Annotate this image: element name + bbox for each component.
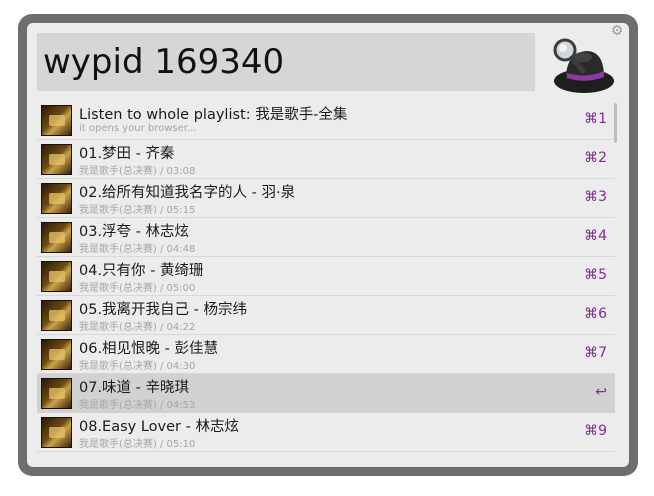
result-subtitle: 我是歌手(总决赛) / 04:30 [79,361,196,372]
album-art-thumbnail [41,183,72,214]
result-subtitle: 我是歌手(总决赛) / 05:15 [79,205,196,216]
result-row[interactable]: 02.给所有知道我名字的人 - 羽·泉 我是歌手(总决赛) / 05:15 ⌘3 [37,179,615,218]
album-art-thumbnail [41,105,72,136]
result-title: Listen to whole playlist: 我是歌手-全集 [79,107,348,123]
result-shortcut: ⌘6 [584,306,607,322]
result-shortcut: ⌘9 [584,423,607,439]
result-subtitle: 我是歌手(总决赛) / 04:53 [79,400,196,411]
album-art-thumbnail [41,417,72,448]
search-input[interactable] [43,42,535,82]
result-title: 03.浮夸 - 林志炫 [79,224,190,240]
result-shortcut: ⌘2 [584,150,607,166]
result-title: 07.味道 - 辛晓琪 [79,380,190,396]
result-row[interactable]: 03.浮夸 - 林志炫 我是歌手(总决赛) / 04:48 ⌘4 [37,218,615,257]
result-title: 01.梦田 - 齐秦 [79,146,175,162]
results-list: Listen to whole playlist: 我是歌手-全集 it ope… [37,101,615,459]
result-subtitle: it opens your browser... [79,123,197,134]
album-art-thumbnail [41,378,72,409]
result-title: 05.我离开我自己 - 杨宗纬 [79,302,248,318]
result-row[interactable]: 08.Easy Lover - 林志炫 我是歌手(总决赛) / 05:10 ⌘9 [37,413,615,452]
results-scrollbar[interactable] [614,103,617,143]
result-shortcut: ⌘7 [584,345,607,361]
alfred-window: ⚙ Listen to whole playlist: 我是歌手-全集 it o… [18,14,638,476]
result-title: 08.Easy Lover - 林志炫 [79,419,239,435]
result-subtitle: 我是歌手(总决赛) / 05:00 [79,283,196,294]
result-subtitle: 我是歌手(总决赛) / 03:08 [79,166,196,177]
gear-icon[interactable]: ⚙ [609,23,625,39]
result-row[interactable]: 01.梦田 - 齐秦 我是歌手(总决赛) / 03:08 ⌘2 [37,140,615,179]
album-art-thumbnail [41,261,72,292]
result-subtitle: 我是歌手(总决赛) / 05:10 [79,439,196,450]
result-row[interactable]: 06.相见恨晚 - 彭佳慧 我是歌手(总决赛) / 04:30 ⌘7 [37,335,615,374]
result-shortcut: ⌘4 [584,228,607,244]
album-art-thumbnail [41,144,72,175]
result-subtitle: 我是歌手(总决赛) / 04:48 [79,244,196,255]
result-subtitle: 我是歌手(总决赛) / 04:22 [79,322,196,333]
hat-and-magnifier-logo [553,38,614,93]
result-row[interactable]: 04.只有你 - 黄绮珊 我是歌手(总决赛) / 05:00 ⌘5 [37,257,615,296]
return-key-icon: ↩ [595,384,607,400]
search-field[interactable] [37,33,535,91]
result-title: 06.相见恨晚 - 彭佳慧 [79,341,219,357]
result-shortcut: ⌘5 [584,267,607,283]
result-row[interactable]: 05.我离开我自己 - 杨宗纬 我是歌手(总决赛) / 04:22 ⌘6 [37,296,615,335]
album-art-thumbnail [41,222,72,253]
result-row[interactable]: Listen to whole playlist: 我是歌手-全集 it ope… [37,101,615,140]
launcher-panel: ⚙ Listen to whole playlist: 我是歌手-全集 it o… [27,23,629,467]
result-row-selected[interactable]: 07.味道 - 辛晓琪 我是歌手(总决赛) / 04:53 ↩ [37,374,615,413]
result-title: 04.只有你 - 黄绮珊 [79,263,204,279]
result-shortcut: ⌘1 [584,111,607,127]
album-art-thumbnail [41,339,72,370]
result-title: 02.给所有知道我名字的人 - 羽·泉 [79,185,296,201]
album-art-thumbnail [41,300,72,331]
result-shortcut: ⌘3 [584,189,607,205]
